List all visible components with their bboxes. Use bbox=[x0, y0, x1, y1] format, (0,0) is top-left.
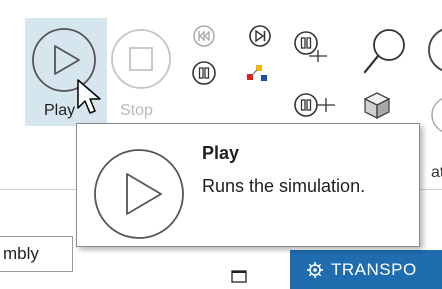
color-points-button[interactable] bbox=[245, 60, 269, 84]
stop-circle-icon bbox=[111, 29, 171, 89]
component-box-button[interactable] bbox=[362, 90, 392, 120]
transport-tab-label: TRANSPO bbox=[331, 260, 417, 279]
pause-on-collision-icon bbox=[294, 93, 335, 117]
pause-button[interactable] bbox=[191, 60, 217, 86]
search-button[interactable] bbox=[362, 26, 408, 78]
pause-icon bbox=[192, 61, 216, 85]
play-circle-icon bbox=[91, 146, 187, 247]
play-button-label: Play bbox=[44, 102, 76, 119]
color-points-icon bbox=[247, 65, 267, 81]
restore-window-button[interactable] bbox=[231, 269, 247, 288]
tooltip-description: Runs the simulation. bbox=[202, 176, 366, 196]
transport-tab[interactable]: TRANSPO bbox=[290, 250, 442, 289]
pause-at-point-button[interactable] bbox=[293, 30, 327, 64]
pause-at-point-icon bbox=[294, 31, 327, 62]
box-icon bbox=[363, 92, 391, 120]
gear-icon bbox=[306, 261, 324, 284]
jump-to-start-icon bbox=[193, 25, 215, 47]
play-tooltip: Play Runs the simulation. bbox=[76, 123, 420, 247]
assembly-combo-value: mbly bbox=[3, 244, 39, 263]
assembly-combo[interactable]: mbly bbox=[0, 236, 73, 272]
step-forward-icon bbox=[249, 25, 271, 47]
circle-icon bbox=[431, 98, 442, 132]
pause-on-collision-button[interactable] bbox=[293, 92, 337, 120]
tooltip-title: Play bbox=[202, 143, 240, 163]
window-restore-icon bbox=[231, 270, 247, 283]
step-forward-button[interactable] bbox=[248, 24, 272, 48]
jump-to-start-button[interactable] bbox=[192, 24, 216, 48]
stop-button[interactable] bbox=[108, 26, 174, 92]
stop-button-label: Stop bbox=[120, 102, 153, 119]
circle-icon bbox=[428, 28, 442, 72]
mouse-cursor-icon bbox=[76, 78, 102, 123]
partial-circle-lower bbox=[428, 95, 442, 135]
partial-label: at bbox=[431, 164, 442, 181]
partial-circle-button[interactable] bbox=[425, 26, 442, 78]
magnifier-icon bbox=[363, 29, 405, 74]
